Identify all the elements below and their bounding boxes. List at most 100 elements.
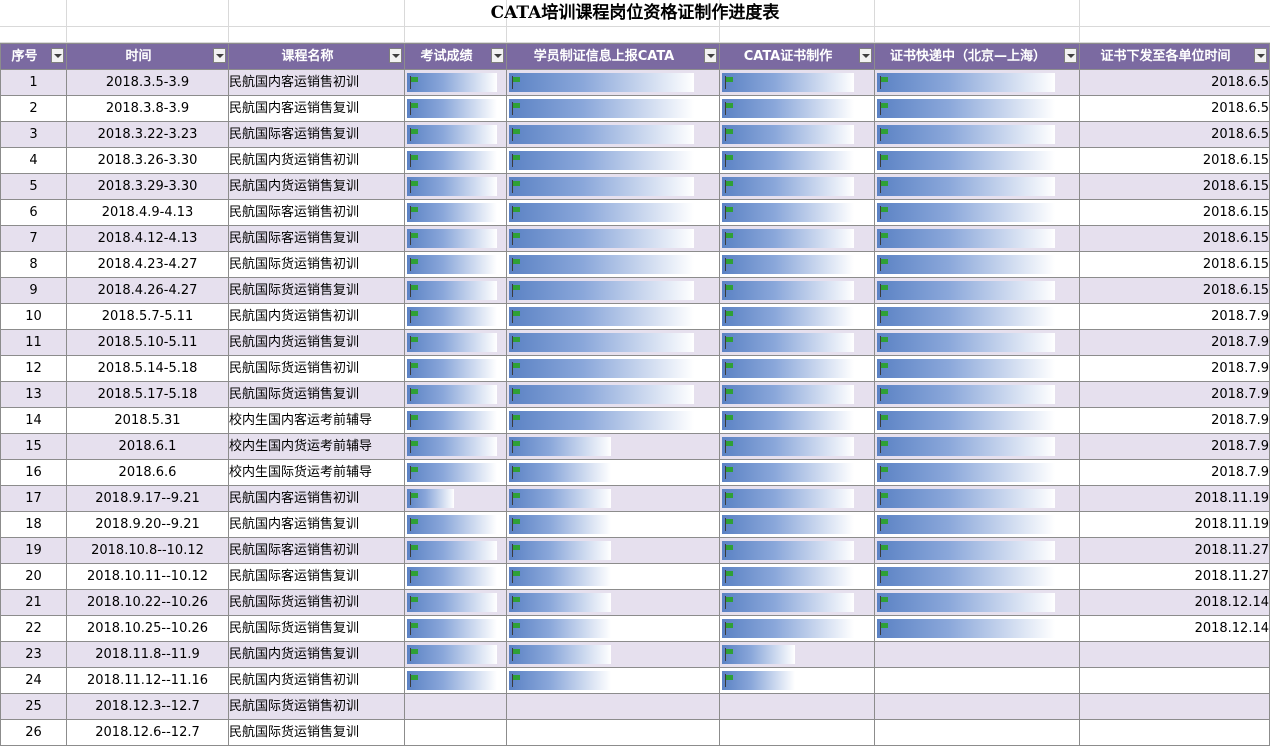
cell-no[interactable]: 17 [0, 485, 67, 512]
cell-ship-progress[interactable] [874, 641, 1080, 668]
cell-make-progress[interactable] [719, 641, 875, 668]
cell-ship-progress[interactable] [874, 199, 1080, 226]
cell-course[interactable]: 民航国际货运销售复训 [228, 381, 405, 408]
cell-ship-progress[interactable] [874, 537, 1080, 564]
cell-no[interactable]: 12 [0, 355, 67, 382]
cell-issue-date[interactable]: 2018.6.15 [1079, 199, 1270, 226]
cell-report-progress[interactable] [506, 199, 720, 226]
cell-issue-date[interactable] [1079, 693, 1270, 720]
cell-issue-date[interactable]: 2018.7.9 [1079, 303, 1270, 330]
cell-report-progress[interactable] [506, 667, 720, 694]
cell-make-progress[interactable] [719, 589, 875, 616]
cell-exam-progress[interactable] [404, 433, 507, 460]
cell-exam-progress[interactable] [404, 407, 507, 434]
cell-make-progress[interactable] [719, 95, 875, 122]
dropdown-arrow-icon[interactable] [213, 48, 226, 63]
cell-course[interactable]: 民航国内货运销售初训 [228, 147, 405, 174]
cell-issue-date[interactable]: 2018.12.14 [1079, 615, 1270, 642]
cell-report-progress[interactable] [506, 719, 720, 746]
cell-ship-progress[interactable] [874, 407, 1080, 434]
cell-issue-date[interactable]: 2018.11.27 [1079, 537, 1270, 564]
cell-time[interactable]: 2018.11.12--11.16 [66, 667, 229, 694]
cell-ship-progress[interactable] [874, 173, 1080, 200]
cell-ship-progress[interactable] [874, 459, 1080, 486]
cell-time[interactable]: 2018.5.7-5.11 [66, 303, 229, 330]
cell-exam-progress[interactable] [404, 537, 507, 564]
cell-time[interactable]: 2018.4.23-4.27 [66, 251, 229, 278]
cell-no[interactable]: 7 [0, 225, 67, 252]
cell-make-progress[interactable] [719, 121, 875, 148]
cell-make-progress[interactable] [719, 719, 875, 746]
cell-make-progress[interactable] [719, 173, 875, 200]
cell-time[interactable]: 2018.4.12-4.13 [66, 225, 229, 252]
cell-issue-date[interactable]: 2018.6.5 [1079, 121, 1270, 148]
cell-make-progress[interactable] [719, 537, 875, 564]
cell-report-progress[interactable] [506, 251, 720, 278]
cell-time[interactable]: 2018.10.22--10.26 [66, 589, 229, 616]
dropdown-arrow-icon[interactable] [1254, 48, 1267, 63]
cell-report-progress[interactable] [506, 277, 720, 304]
cell-issue-date[interactable]: 2018.6.15 [1079, 147, 1270, 174]
cell-report-progress[interactable] [506, 537, 720, 564]
cell-ship-progress[interactable] [874, 433, 1080, 460]
dropdown-arrow-icon[interactable] [1064, 48, 1077, 63]
cell-report-progress[interactable] [506, 173, 720, 200]
column-header-issue[interactable]: 证书下发至各单位时间 [1079, 43, 1270, 70]
cell-exam-progress[interactable] [404, 199, 507, 226]
cell-report-progress[interactable] [506, 563, 720, 590]
cell-make-progress[interactable] [719, 459, 875, 486]
cell-time[interactable]: 2018.5.10-5.11 [66, 329, 229, 356]
cell-report-progress[interactable] [506, 589, 720, 616]
cell-issue-date[interactable]: 2018.6.5 [1079, 95, 1270, 122]
cell-course[interactable]: 民航国内货运销售初训 [228, 303, 405, 330]
cell-course[interactable]: 校内生国内客运考前辅导 [228, 407, 405, 434]
cell-exam-progress[interactable] [404, 719, 507, 746]
cell-course[interactable]: 民航国际货运销售复训 [228, 719, 405, 746]
cell-course[interactable]: 民航国际客运销售复训 [228, 121, 405, 148]
cell-time[interactable]: 2018.6.1 [66, 433, 229, 460]
cell-issue-date[interactable]: 2018.11.27 [1079, 563, 1270, 590]
cell-exam-progress[interactable] [404, 667, 507, 694]
cell-exam-progress[interactable] [404, 69, 507, 96]
cell-exam-progress[interactable] [404, 121, 507, 148]
cell-make-progress[interactable] [719, 667, 875, 694]
cell-no[interactable]: 14 [0, 407, 67, 434]
cell-issue-date[interactable]: 2018.7.9 [1079, 381, 1270, 408]
cell-no[interactable]: 23 [0, 641, 67, 668]
dropdown-arrow-icon[interactable] [389, 48, 402, 63]
cell-time[interactable]: 2018.10.11--10.12 [66, 563, 229, 590]
cell-course[interactable]: 校内生国内货运考前辅导 [228, 433, 405, 460]
cell-ship-progress[interactable] [874, 615, 1080, 642]
cell-exam-progress[interactable] [404, 277, 507, 304]
cell-time[interactable]: 2018.10.8--10.12 [66, 537, 229, 564]
cell-course[interactable]: 民航国际货运销售初训 [228, 589, 405, 616]
cell-no[interactable]: 20 [0, 563, 67, 590]
cell-issue-date[interactable]: 2018.7.9 [1079, 433, 1270, 460]
cell-make-progress[interactable] [719, 485, 875, 512]
cell-report-progress[interactable] [506, 225, 720, 252]
cell-course[interactable]: 民航国内客运销售初训 [228, 69, 405, 96]
cell-report-progress[interactable] [506, 121, 720, 148]
cell-make-progress[interactable] [719, 693, 875, 720]
cell-report-progress[interactable] [506, 303, 720, 330]
cell-no[interactable]: 5 [0, 173, 67, 200]
cell-ship-progress[interactable] [874, 693, 1080, 720]
cell-ship-progress[interactable] [874, 121, 1080, 148]
cell-ship-progress[interactable] [874, 589, 1080, 616]
cell-exam-progress[interactable] [404, 511, 507, 538]
cell-time[interactable]: 2018.9.17--9.21 [66, 485, 229, 512]
cell-no[interactable]: 1 [0, 69, 67, 96]
cell-no[interactable]: 25 [0, 693, 67, 720]
cell-time[interactable]: 2018.4.26-4.27 [66, 277, 229, 304]
cell-no[interactable]: 11 [0, 329, 67, 356]
cell-exam-progress[interactable] [404, 355, 507, 382]
cell-no[interactable]: 13 [0, 381, 67, 408]
sheet-title[interactable]: CATA培训课程岗位资格证制作进度表 [0, 0, 1270, 26]
cell-time[interactable]: 2018.5.31 [66, 407, 229, 434]
cell-report-progress[interactable] [506, 485, 720, 512]
cell-ship-progress[interactable] [874, 303, 1080, 330]
cell-no[interactable]: 15 [0, 433, 67, 460]
cell-make-progress[interactable] [719, 407, 875, 434]
cell-issue-date[interactable]: 2018.6.15 [1079, 173, 1270, 200]
cell-report-progress[interactable] [506, 329, 720, 356]
